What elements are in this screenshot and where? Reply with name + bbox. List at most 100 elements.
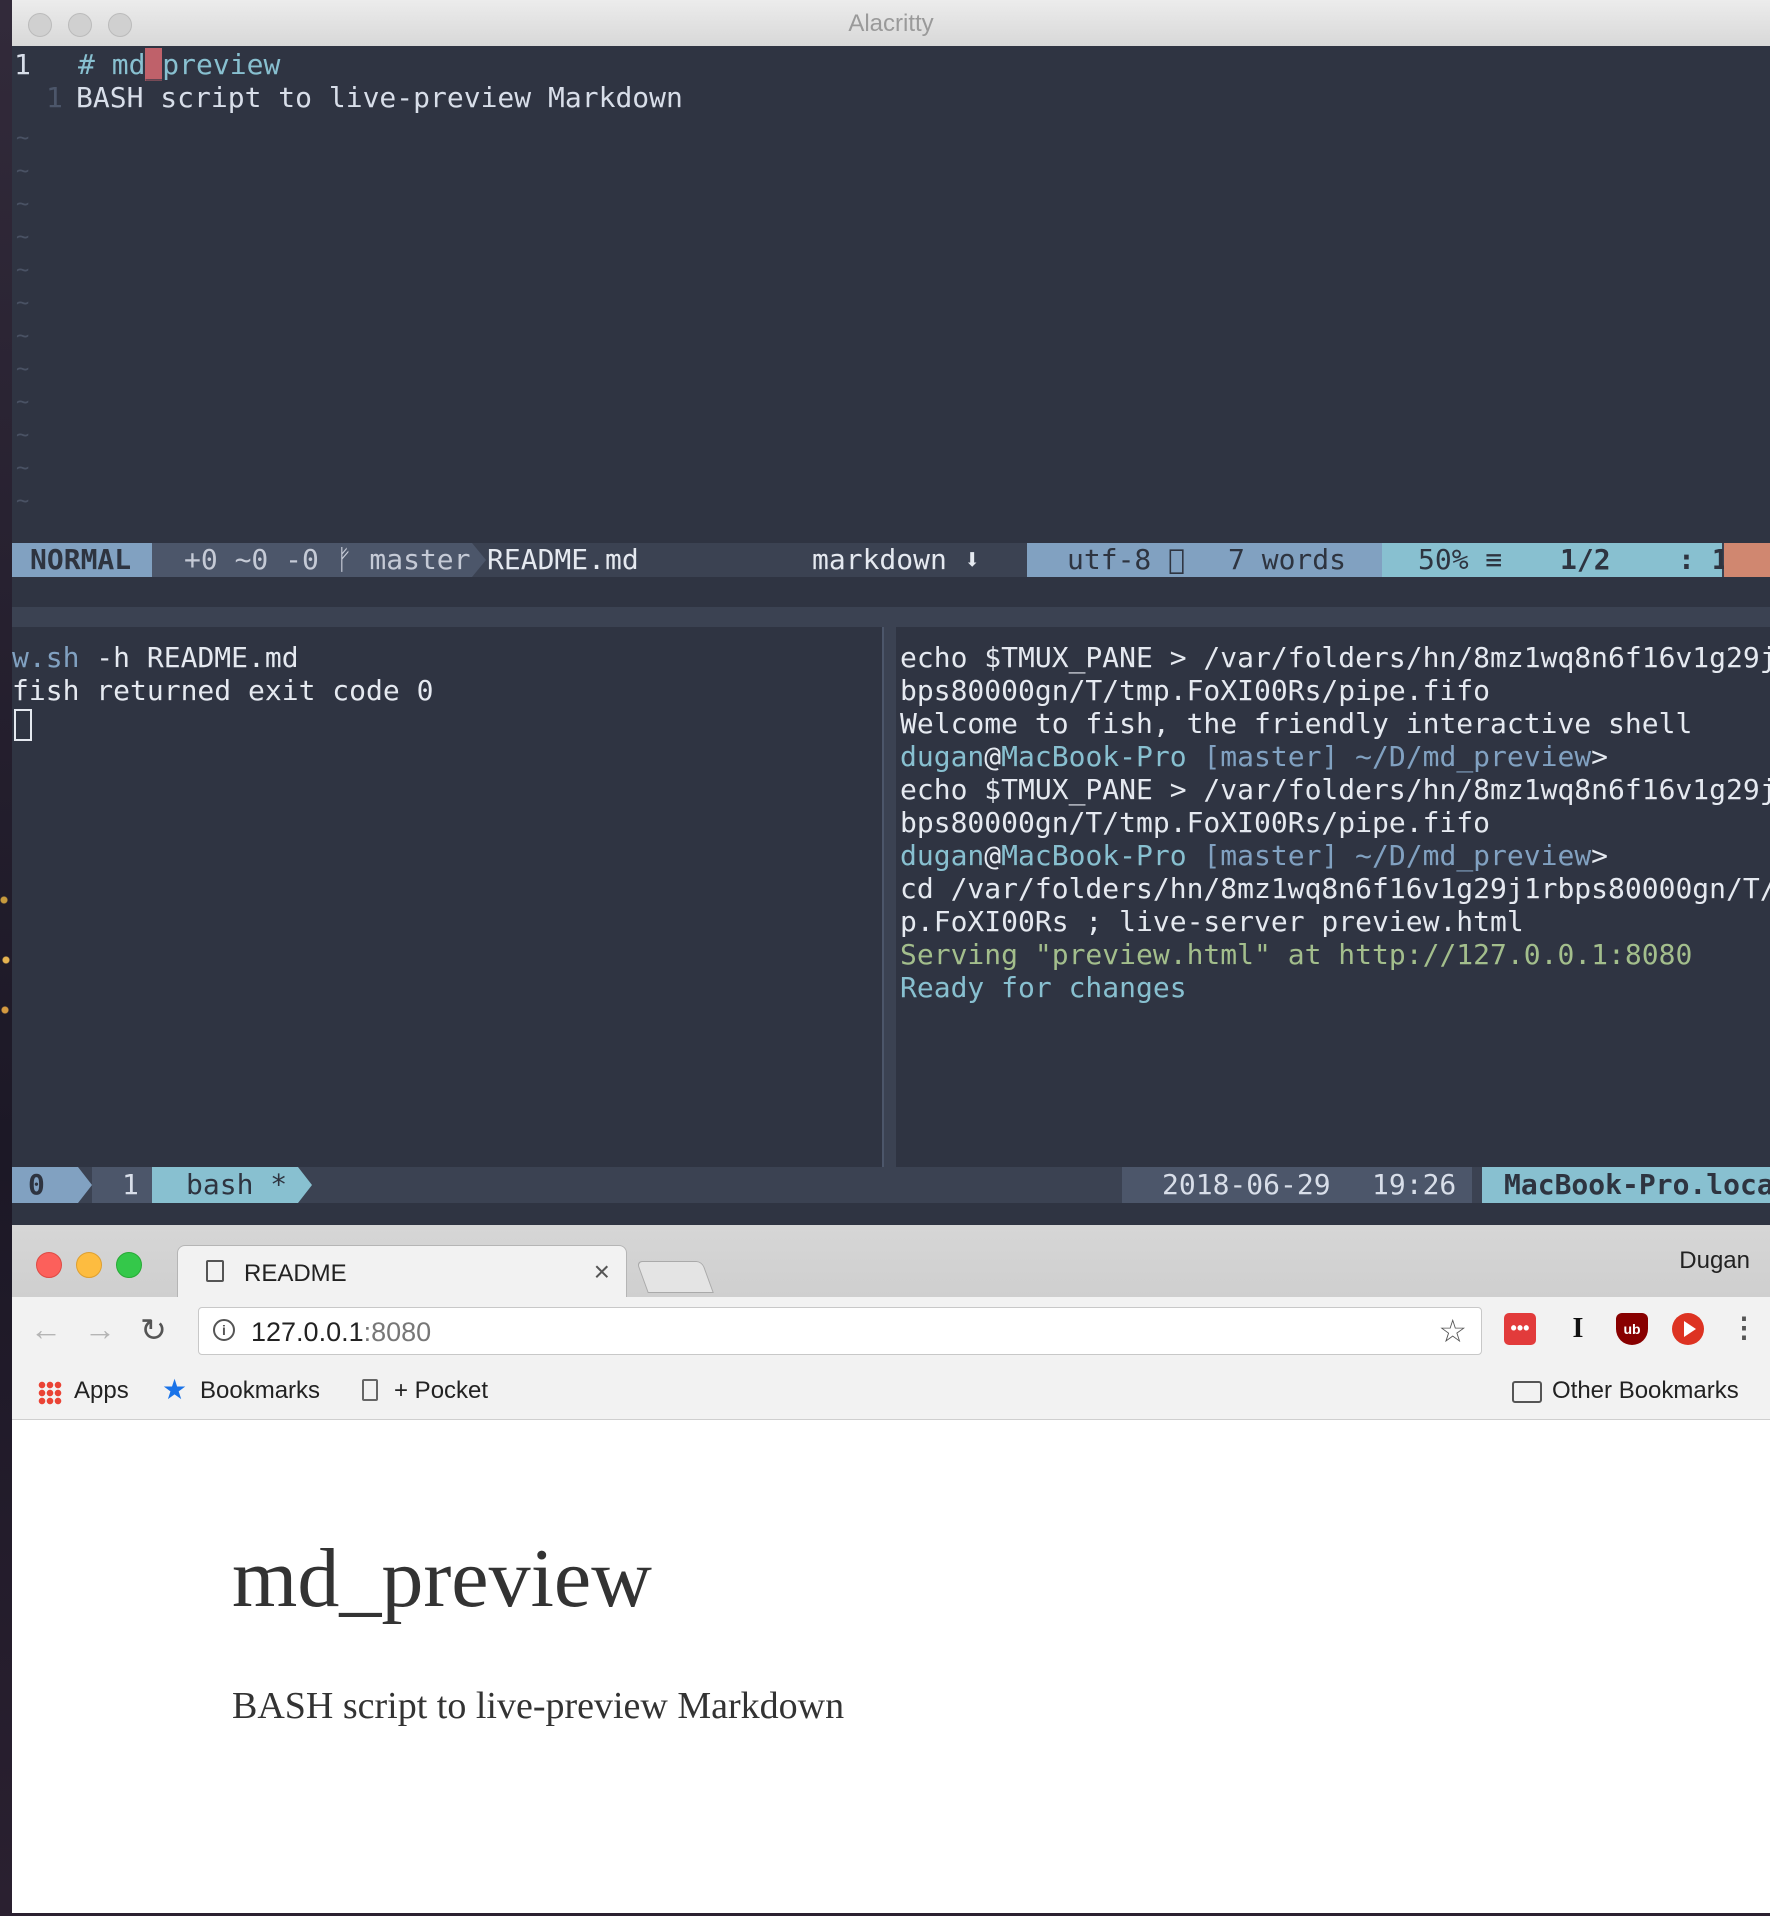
minimize-window-button[interactable] — [76, 1252, 102, 1278]
cursor-position: 1/2 : 12 — [1542, 543, 1745, 577]
terminal-cursor — [14, 707, 32, 741]
bookmarks-bar: Apps ★ Bookmarks + Pocket Other Bookmark… — [12, 1363, 1770, 1420]
prompt-at: @ — [984, 740, 1002, 773]
file-encoding: utf-8  — [1027, 543, 1212, 577]
prompt-path: [master] ~/D/md_preview — [1186, 740, 1592, 773]
word-count: 7 words — [1212, 543, 1382, 577]
server-output: Serving "preview.html" at http://127.0.0… — [900, 938, 1693, 971]
vim-line-2-text: BASH script to live-preview Markdown — [76, 81, 683, 114]
prompt-user: dugan — [900, 740, 985, 773]
profile-name[interactable]: Dugan — [1679, 1247, 1750, 1275]
reload-icon[interactable]: ↻ — [140, 1311, 167, 1349]
chrome-window: README × Dugan ← → ↻ i 127.0.0.1:8080 ☆ … — [12, 1225, 1770, 1913]
tilde-marker: ~ — [16, 159, 30, 184]
tmux-window-1[interactable]: 1 — [92, 1167, 152, 1203]
vim-statusline: NORMAL +0 ~0 -0 ᚠ master README.md markd… — [12, 543, 1770, 577]
tab-title: README — [244, 1260, 347, 1287]
tmux-pane-left[interactable]: w.sh -h README.md fish returned exit cod… — [12, 627, 882, 1167]
zoom-window-button[interactable] — [116, 1252, 142, 1278]
tilde-marker: ~ — [16, 390, 30, 415]
bookmark-star-icon[interactable]: ☆ — [1438, 1312, 1467, 1350]
tmux-window-bash[interactable]: bash * — [152, 1167, 298, 1203]
file-type: markdown ⬇ — [812, 543, 981, 576]
page-heading: md_preview — [232, 1532, 652, 1625]
page-paragraph: BASH script to live-preview Markdown — [232, 1685, 845, 1727]
tilde-marker: ~ — [16, 423, 30, 448]
ublock-extension-icon[interactable]: ub — [1616, 1313, 1648, 1345]
tab-strip: README × Dugan — [12, 1225, 1770, 1297]
tmux-session[interactable]: 0 — [12, 1167, 78, 1203]
terminal-line: fish returned exit code 0 — [12, 674, 434, 707]
url-port: :8080 — [363, 1317, 432, 1347]
bookmark-bookmarks[interactable]: Bookmarks — [200, 1377, 320, 1405]
command-args: -h README.md — [79, 641, 299, 674]
vim-buffer[interactable]: 1 # md_preview 1 BASH script to live-previ… — [12, 46, 1770, 543]
window-title: Alacritty — [848, 10, 934, 37]
page-content: md_preview BASH script to live-preview M… — [12, 1420, 1770, 1913]
mode-indicator: NORMAL — [12, 543, 152, 577]
command-name: w.sh — [12, 641, 80, 674]
tilde-marker: ~ — [16, 357, 30, 382]
powerline-separator — [78, 1167, 92, 1203]
pocket-extension-icon[interactable]: ••• — [1504, 1313, 1536, 1345]
tmux-statusbar: 0 1 bash * 2018-06-29 19:26 MacBook-Pro.… — [12, 1167, 1770, 1203]
prompt-path: [master] ~/D/md_preview — [1186, 839, 1592, 872]
alacritty-titlebar: Alacritty — [12, 0, 1770, 47]
new-tab-button[interactable] — [636, 1261, 714, 1293]
tilde-marker: ~ — [16, 456, 30, 481]
terminal-line: p.FoXI00Rs ; live-server preview.html — [900, 905, 1524, 938]
back-arrow-icon[interactable]: ← — [30, 1311, 62, 1348]
address-bar[interactable]: i 127.0.0.1:8080 ☆ — [198, 1307, 1482, 1355]
info-icon[interactable]: i — [213, 1319, 235, 1341]
tmux-hostname: MacBook-Pro.local — [1482, 1167, 1770, 1203]
tab-readme[interactable]: README × — [177, 1245, 627, 1297]
powerline-separator — [298, 1167, 312, 1203]
terminal-line: cd /var/folders/hn/8mz1wq8n6f16v1g29j1rb… — [900, 872, 1770, 905]
prompt-symbol: > — [1591, 740, 1609, 773]
terminal-line: bps80000gn/T/tmp.FoXI00Rs/pipe.fifo — [900, 674, 1491, 707]
relative-line-number: 1 — [46, 81, 63, 114]
tmux-pane-right[interactable]: echo $TMUX_PANE > /var/folders/hn/8mz1wq… — [896, 627, 1770, 1167]
apps-grid-icon[interactable] — [38, 1381, 62, 1405]
tmux-pane-border — [12, 607, 1770, 627]
git-status: +0 ~0 -0 ᚠ master — [152, 543, 472, 577]
command-line — [12, 577, 1770, 607]
youtube-extension-icon[interactable] — [1672, 1313, 1704, 1345]
tilde-marker: ~ — [16, 324, 30, 349]
prompt-host: MacBook-Pro — [1001, 740, 1187, 773]
url-text: 127.0.0.1:8080 — [251, 1317, 431, 1348]
tilde-marker: ~ — [16, 192, 30, 217]
file-name: README.md — [487, 543, 639, 576]
bookmark-apps[interactable]: Apps — [74, 1377, 129, 1405]
terminal-line: echo $TMUX_PANE > /var/folders/hn/8mz1wq… — [900, 641, 1770, 674]
tilde-marker: ~ — [16, 489, 30, 514]
shell-prompt: dugan@MacBook-Pro [master] ~/D/md_previe… — [900, 839, 1608, 872]
line-number: 1 — [14, 48, 31, 81]
close-tab-icon[interactable]: × — [594, 1256, 610, 1288]
vim-line-2: 1 BASH script to live-preview Markdown — [12, 81, 683, 114]
instapaper-extension-icon[interactable]: I — [1562, 1313, 1594, 1345]
tilde-marker: ~ — [16, 225, 30, 250]
server-output: Ready for changes — [900, 971, 1187, 1004]
heading-before-cursor: # md — [78, 48, 146, 81]
prompt-host: MacBook-Pro — [1001, 839, 1187, 872]
terminal-line: w.sh -h README.md — [12, 641, 299, 674]
forward-arrow-icon[interactable]: → — [84, 1311, 116, 1348]
url-host: 127.0.0.1 — [251, 1317, 364, 1347]
bookmark-pocket[interactable]: + Pocket — [394, 1377, 488, 1405]
tilde-marker: ~ — [16, 258, 30, 283]
vim-line-1: 1 # md_preview — [12, 48, 280, 81]
alacritty-window: Alacritty 1 # md_preview 1 BASH script to … — [12, 0, 1770, 1225]
tmux-time: 19:26 — [1342, 1167, 1472, 1203]
prompt-at: @ — [984, 839, 1002, 872]
prompt-user: dugan — [900, 839, 985, 872]
shell-prompt: dugan@MacBook-Pro [master] ~/D/md_previe… — [900, 740, 1608, 773]
bookmark-other[interactable]: Other Bookmarks — [1552, 1377, 1739, 1405]
close-window-button[interactable] — [36, 1252, 62, 1278]
folder-icon — [1512, 1381, 1542, 1403]
vim-cursor: _ — [145, 48, 163, 81]
tilde-marker: ~ — [16, 126, 30, 151]
kebab-menu-icon[interactable]: ⋮ — [1728, 1313, 1760, 1345]
document-icon — [206, 1260, 224, 1282]
browser-toolbar: ← → ↻ i 127.0.0.1:8080 ☆ ••• I ub ⋮ — [12, 1297, 1770, 1363]
